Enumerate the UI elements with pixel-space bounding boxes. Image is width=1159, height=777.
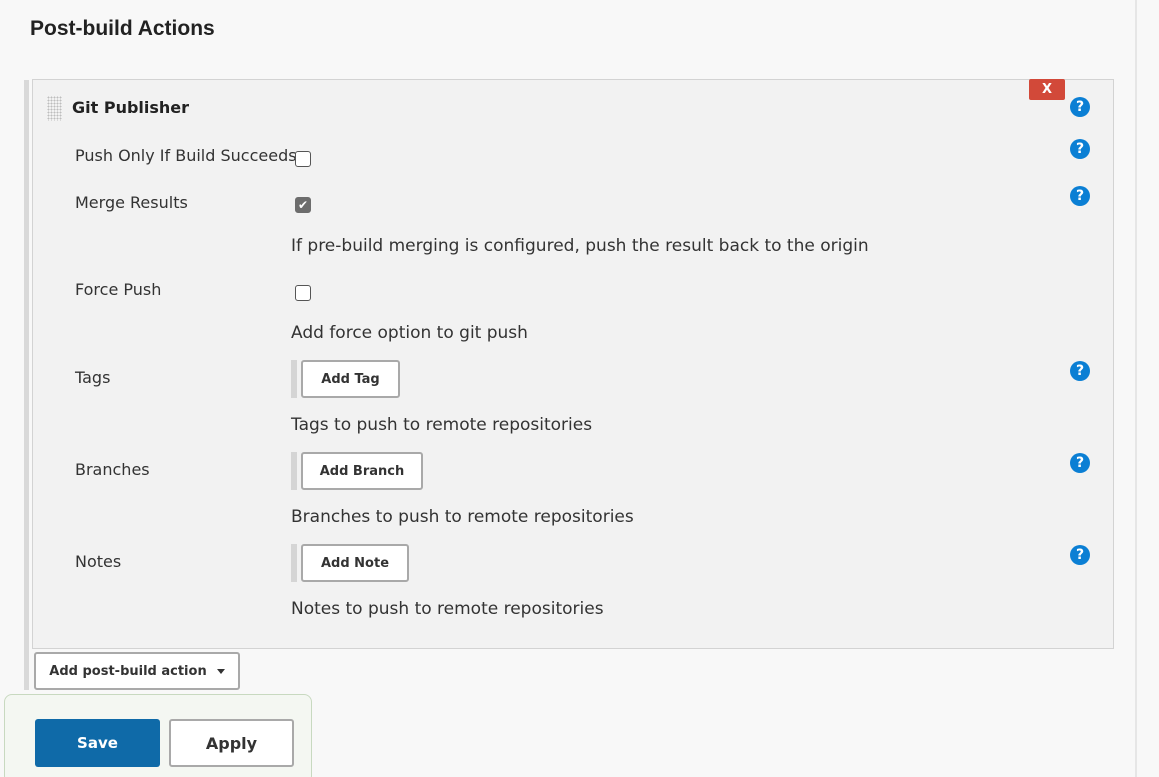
save-button[interactable]: Save [35, 719, 160, 767]
tags-description: Tags to push to remote repositories [291, 415, 593, 435]
merge-results-description: If pre-build merging is configured, push… [291, 236, 869, 256]
add-branch-button[interactable]: Add Branch [301, 452, 423, 490]
publisher-title: Git Publisher [72, 98, 190, 117]
branches-repeat-bar [291, 452, 297, 490]
section-indent-bar [24, 80, 29, 690]
add-tag-button[interactable]: Add Tag [301, 360, 400, 398]
notes-description: Notes to push to remote repositories [291, 599, 604, 619]
push-only-checkbox[interactable] [295, 151, 311, 167]
help-icon[interactable]: ? [1070, 545, 1090, 565]
push-only-label: Push Only If Build Succeeds [75, 146, 297, 165]
notes-label: Notes [75, 552, 122, 571]
force-push-checkbox[interactable] [295, 285, 311, 301]
drag-handle-icon[interactable] [47, 96, 62, 121]
help-icon[interactable]: ? [1070, 97, 1090, 117]
apply-button[interactable]: Apply [169, 719, 294, 767]
help-icon[interactable]: ? [1070, 453, 1090, 473]
branches-description: Branches to push to remote repositories [291, 507, 634, 527]
tags-repeat-bar [291, 360, 297, 398]
delete-publisher-button[interactable]: X [1029, 79, 1065, 100]
help-icon[interactable]: ? [1070, 186, 1090, 206]
merge-results-checkbox[interactable]: ✔ [295, 197, 311, 213]
help-icon[interactable]: ? [1070, 139, 1090, 159]
help-icon[interactable]: ? [1070, 361, 1090, 381]
add-post-build-action-button[interactable]: Add post-build action [34, 652, 240, 690]
caret-down-icon [216, 668, 225, 674]
page-edge [1135, 0, 1137, 777]
add-post-build-action-label: Add post-build action [49, 663, 207, 679]
add-note-button[interactable]: Add Note [301, 544, 409, 582]
notes-repeat-bar [291, 544, 297, 582]
tags-label: Tags [75, 368, 111, 387]
force-push-description: Add force option to git push [291, 323, 528, 343]
section-title: Post-build Actions [30, 17, 215, 40]
force-push-label: Force Push [75, 280, 162, 299]
merge-results-label: Merge Results [75, 193, 188, 212]
branches-label: Branches [75, 460, 150, 479]
